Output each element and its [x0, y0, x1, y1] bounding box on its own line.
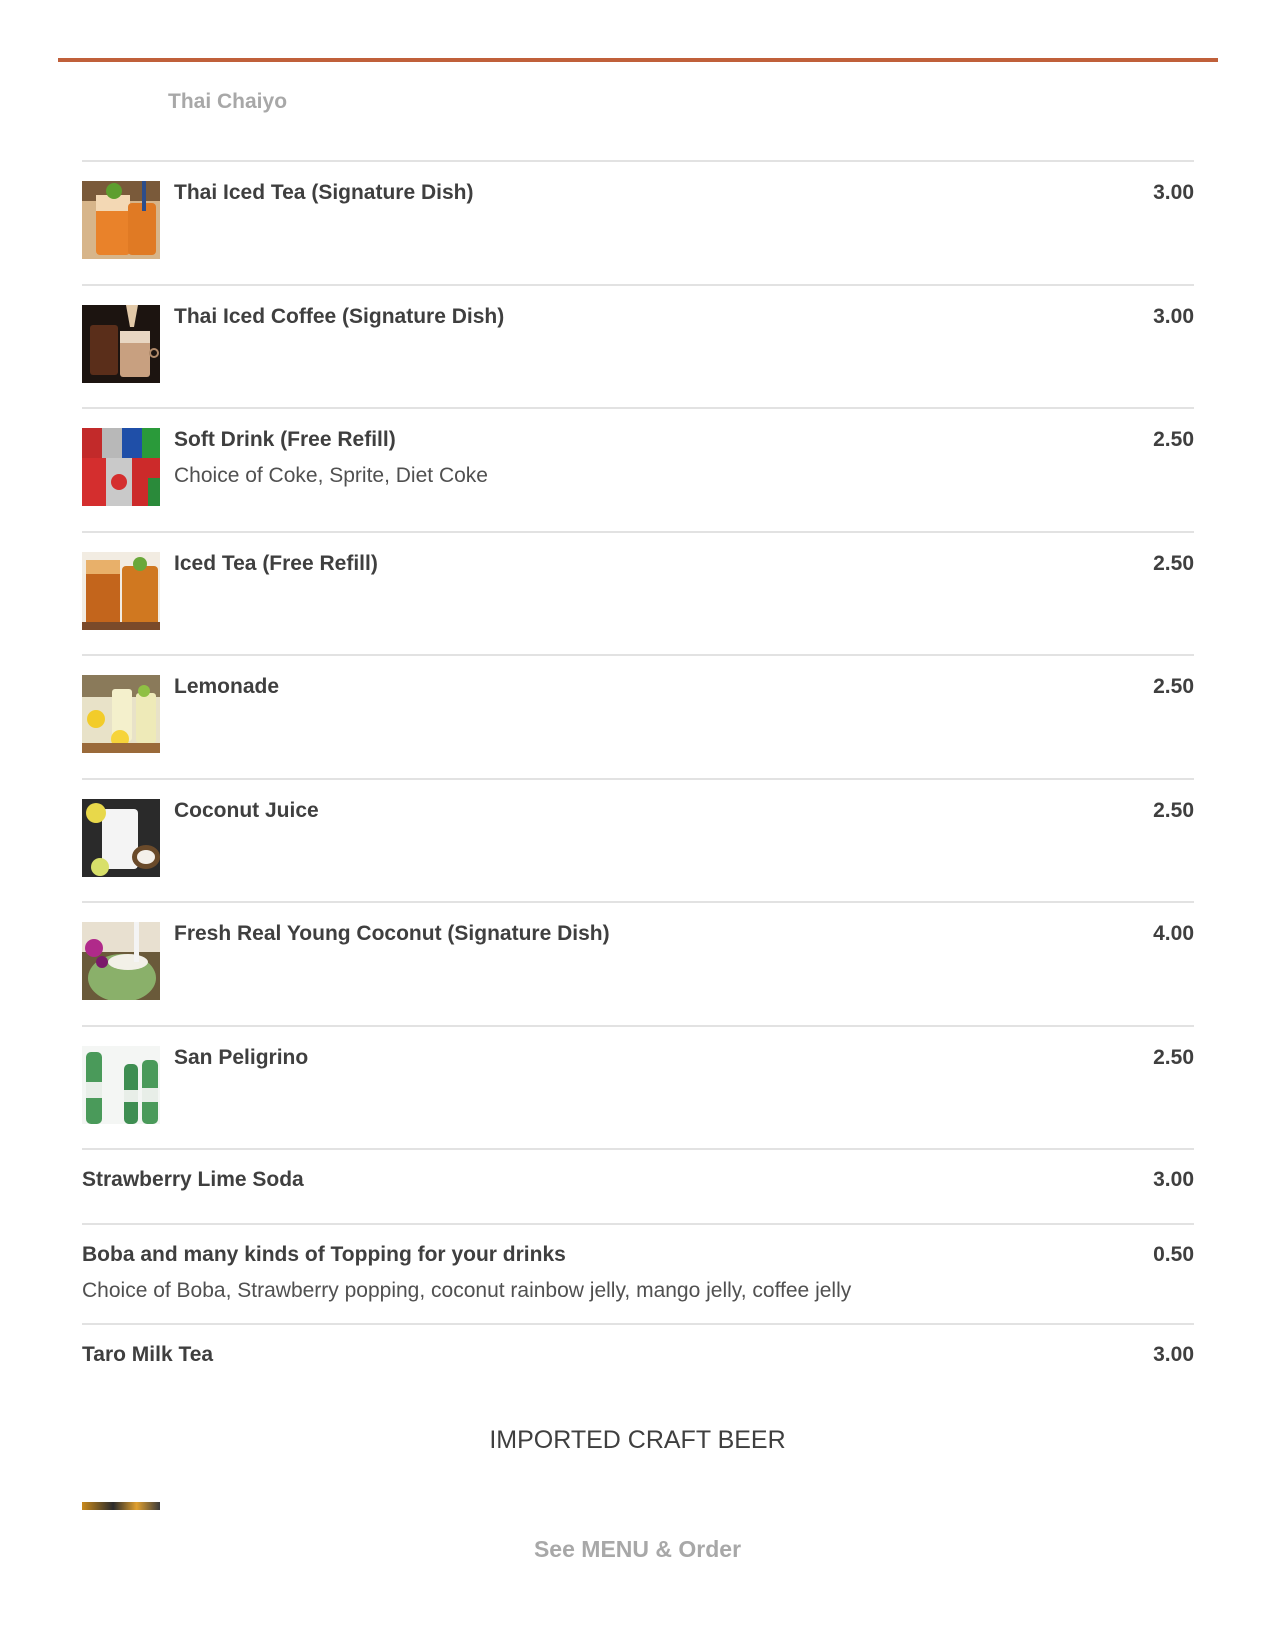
item-price: 2.50 [1153, 428, 1194, 451]
item-price: 3.00 [1153, 1168, 1194, 1191]
menu-item[interactable]: Strawberry Lime Soda 3.00 [82, 1148, 1194, 1223]
beer-photo [82, 1502, 160, 1510]
item-price: 4.00 [1153, 922, 1194, 945]
item-name: Strawberry Lime Soda [82, 1168, 304, 1191]
menu-item[interactable]: Soft Drink (Free Refill) Choice of Coke,… [82, 407, 1194, 531]
item-name: Soft Drink (Free Refill) [174, 428, 396, 451]
menu-item[interactable]: Iced Tea (Free Refill) 2.50 [82, 530, 1194, 655]
sparkling-water-photo [82, 1045, 160, 1124]
menu-item[interactable]: San Peligrino 2.50 [82, 1024, 1194, 1149]
item-name: Fresh Real Young Coconut (Signature Dish… [174, 922, 610, 945]
menu-item[interactable]: Boba and many kinds of Topping for your … [82, 1223, 1194, 1323]
menu-item[interactable]: Coconut Juice 2.50 [82, 777, 1194, 902]
item-description: Choice of Boba, Strawberry popping, coco… [82, 1279, 852, 1302]
lemonade-photo [82, 675, 160, 753]
menu-item[interactable]: Lemonade 2.50 [82, 654, 1194, 778]
item-name: Iced Tea (Free Refill) [174, 551, 378, 575]
menu-item[interactable]: Thai Iced Coffee (Signature Dish) 3.00 [82, 283, 1194, 408]
thai-iced-tea-photo [82, 181, 160, 259]
clipped-menu-item [82, 1502, 1194, 1510]
header-accent-rule [58, 58, 1218, 62]
menu-item[interactable]: Thai Iced Tea (Signature Dish) 3.00 [82, 160, 1194, 284]
item-price: 0.50 [1153, 1243, 1194, 1266]
see-menu-order-link[interactable]: See MENU & Order [0, 1536, 1275, 1563]
restaurant-name: Thai Chaiyo [168, 90, 288, 113]
item-price: 2.50 [1153, 1045, 1194, 1069]
soda-cans-photo [82, 428, 160, 506]
item-price: 3.00 [1153, 304, 1194, 328]
drinks-menu-list: Thai Iced Tea (Signature Dish) 3.00 Thai… [82, 160, 1194, 1393]
thai-iced-coffee-photo [82, 304, 160, 383]
item-price: 2.50 [1153, 551, 1194, 575]
item-name: Taro Milk Tea [82, 1343, 214, 1366]
item-name: Thai Iced Tea (Signature Dish) [174, 181, 474, 204]
item-price: 2.50 [1153, 798, 1194, 822]
item-price: 3.00 [1153, 181, 1194, 204]
item-price: 3.00 [1153, 1343, 1194, 1366]
iced-tea-photo [82, 551, 160, 630]
section-heading: IMPORTED CRAFT BEER [489, 1426, 786, 1454]
coconut-juice-photo [82, 798, 160, 877]
young-coconut-photo [82, 922, 160, 1000]
item-name: San Peligrino [174, 1045, 309, 1069]
item-description: Choice of Coke, Sprite, Diet Coke [174, 464, 488, 487]
item-name: Thai Iced Coffee (Signature Dish) [174, 304, 505, 328]
menu-item[interactable]: Fresh Real Young Coconut (Signature Dish… [82, 901, 1194, 1025]
item-price: 2.50 [1153, 675, 1194, 698]
item-name: Coconut Juice [174, 798, 319, 822]
item-name: Lemonade [174, 675, 280, 698]
item-name: Boba and many kinds of Topping for your … [82, 1243, 566, 1266]
menu-item[interactable]: Taro Milk Tea 3.00 [82, 1323, 1194, 1393]
